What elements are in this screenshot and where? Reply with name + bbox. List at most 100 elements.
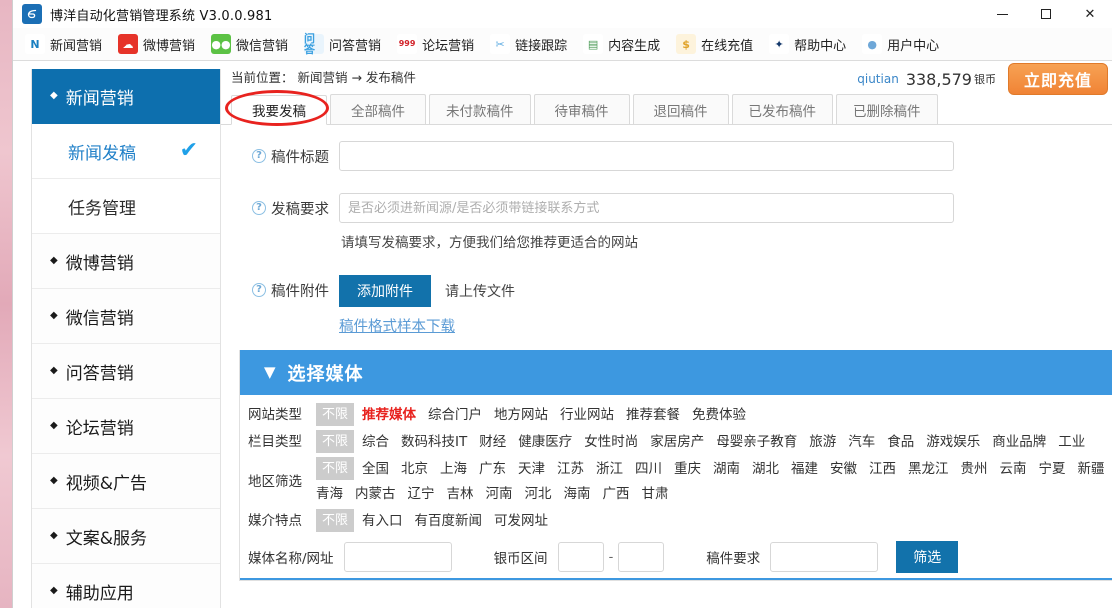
region-option-b-2[interactable]: 辽宁: [408, 482, 435, 507]
filter-option-1-4[interactable]: 女性时尚: [584, 430, 638, 455]
module-item-0[interactable]: N 新闻营销: [25, 28, 102, 61]
tab-0[interactable]: 我要发稿: [231, 95, 327, 125]
tab-1[interactable]: 全部稿件: [330, 94, 426, 124]
region-option-a-2[interactable]: 上海: [440, 457, 467, 482]
filter-option-0-3[interactable]: 行业网站: [560, 403, 614, 428]
filter-option-1-1[interactable]: 数码科技IT: [401, 430, 467, 455]
media-name-input[interactable]: [343, 542, 452, 572]
region-option-a-11[interactable]: 福建: [791, 457, 818, 482]
filter-option-1-2[interactable]: 财经: [479, 430, 506, 455]
region-option-a-17[interactable]: 宁夏: [1039, 457, 1066, 482]
region-option-a-16[interactable]: 云南: [1000, 457, 1027, 482]
region-option-a-4[interactable]: 天津: [518, 457, 545, 482]
filter-option-1-9[interactable]: 食品: [887, 430, 914, 455]
region-option-b-5[interactable]: 河北: [525, 482, 552, 507]
region-option-a-15[interactable]: 贵州: [961, 457, 988, 482]
filter-option-1-5[interactable]: 家居房产: [650, 430, 704, 455]
close-button[interactable]: ✕: [1068, 0, 1112, 28]
module-item-5[interactable]: ✂ 链接跟踪: [490, 28, 567, 61]
filter-option-1-10[interactable]: 游戏娱乐: [926, 430, 980, 455]
filter-option-0-1[interactable]: 综合门户: [428, 403, 482, 428]
region-option-a-12[interactable]: 安徽: [830, 457, 857, 482]
region-option-b-4[interactable]: 河南: [486, 482, 513, 507]
requirement-filter-input[interactable]: [770, 542, 879, 572]
region-option-b-8[interactable]: 甘肃: [642, 482, 669, 507]
media-panel-header[interactable]: ▼ 选择媒体: [240, 350, 1112, 395]
sample-format-download-link[interactable]: 稿件格式样本下载: [339, 315, 455, 336]
help-icon[interactable]: ?: [252, 283, 266, 297]
filter-any-chip[interactable]: 不限: [316, 403, 355, 426]
media-feature-option-2[interactable]: 可发网址: [494, 509, 548, 534]
minimize-button[interactable]: [980, 0, 1024, 28]
coin-min-input[interactable]: [557, 542, 604, 572]
filter-option-1-8[interactable]: 汽车: [848, 430, 875, 455]
filter-option-0-2[interactable]: 地方网站: [494, 403, 548, 428]
help-icon[interactable]: ?: [252, 201, 266, 215]
tab-2[interactable]: 未付款稿件: [429, 94, 531, 124]
region-option-a-14[interactable]: 黑龙江: [908, 457, 949, 482]
region-option-a-0[interactable]: 全国: [362, 457, 389, 482]
region-option-a-9[interactable]: 湖南: [713, 457, 740, 482]
filter-option-1-6[interactable]: 母婴亲子教育: [716, 430, 797, 455]
module-item-7[interactable]: $ 在线充值: [676, 28, 753, 61]
region-option-b-6[interactable]: 海南: [564, 482, 591, 507]
filter-any-chip[interactable]: 不限: [316, 430, 355, 453]
module-item-8[interactable]: ✦ 帮助中心: [769, 28, 846, 61]
sidebar-group-5[interactable]: ◆ 视频&广告: [32, 454, 220, 509]
maximize-button[interactable]: [1024, 0, 1068, 28]
module-item-4[interactable]: 999 论坛营销: [397, 28, 474, 61]
region-option-a-18[interactable]: 新疆: [1078, 457, 1105, 482]
sidebar-group-6[interactable]: ◆ 文案&服务: [32, 509, 220, 564]
filter-option-1-11[interactable]: 商业品牌: [992, 430, 1046, 455]
region-option-a-3[interactable]: 广东: [479, 457, 506, 482]
region-option-b-3[interactable]: 吉林: [447, 482, 474, 507]
tab-3[interactable]: 待审稿件: [533, 94, 630, 124]
region-option-a-7[interactable]: 四川: [635, 457, 662, 482]
region-option-b-0[interactable]: 青海: [316, 482, 343, 507]
sidebar-group-1[interactable]: ◆ 微博营销: [32, 234, 220, 289]
region-option-b-7[interactable]: 广西: [603, 482, 630, 507]
filter-option-1-3[interactable]: 健康医疗: [518, 430, 572, 455]
region-option-a-13[interactable]: 江西: [869, 457, 896, 482]
filter-option-0-5[interactable]: 免费体验: [692, 403, 746, 428]
chevron-down-icon[interactable]: ▼: [264, 365, 276, 380]
tab-5[interactable]: 已发布稿件: [731, 94, 833, 124]
filter-option-1-12[interactable]: 工业: [1058, 430, 1085, 455]
sidebar-group-4[interactable]: ◆ 论坛营销: [32, 399, 220, 454]
help-icon[interactable]: ?: [252, 149, 266, 163]
add-attachment-button[interactable]: 添加附件: [339, 275, 431, 307]
region-option-a-6[interactable]: 浙江: [596, 457, 623, 482]
filter-option-1-0[interactable]: 综合: [362, 430, 389, 455]
filter-option-0-4[interactable]: 推荐套餐: [626, 403, 680, 428]
region-option-a-1[interactable]: 北京: [401, 457, 428, 482]
article-title-input[interactable]: [339, 141, 954, 171]
sidebar-item-0-0[interactable]: 新闻发稿 ✔: [32, 124, 220, 179]
sidebar-item-0-1[interactable]: 任务管理: [32, 179, 220, 234]
region-option-b-1[interactable]: 内蒙古: [355, 482, 396, 507]
region-option-a-10[interactable]: 湖北: [752, 457, 779, 482]
module-item-1[interactable]: ☁ 微博营销: [118, 28, 195, 61]
tab-4[interactable]: 退回稿件: [632, 94, 729, 124]
sidebar-group-7[interactable]: ◆ 辅助应用: [32, 564, 220, 608]
module-item-3[interactable]: 问答 问答营销: [304, 28, 381, 61]
media-feature-option-1[interactable]: 有百度新闻: [415, 509, 483, 534]
region-any-chip[interactable]: 不限: [316, 457, 355, 480]
apply-filter-button[interactable]: 筛选: [896, 541, 959, 573]
module-item-9[interactable]: ● 用户中心: [862, 28, 939, 61]
module-item-6[interactable]: ▤ 内容生成: [583, 28, 660, 61]
diamond-bullet-icon: ◆: [50, 530, 58, 541]
tab-6[interactable]: 已删除稿件: [836, 94, 938, 124]
user-name-link[interactable]: qiutian: [857, 72, 899, 86]
filter-option-1-7[interactable]: 旅游: [809, 430, 836, 455]
media-feature-option-0[interactable]: 有入口: [362, 509, 403, 534]
filter-option-0-0[interactable]: 推荐媒体: [362, 403, 416, 428]
sidebar-group-3[interactable]: ◆ 问答营销: [32, 344, 220, 399]
sidebar-group-0[interactable]: ◆ 新闻营销: [32, 69, 220, 124]
region-option-a-5[interactable]: 江苏: [557, 457, 584, 482]
module-item-2[interactable]: ●● 微信营销: [211, 28, 288, 61]
sidebar-group-2[interactable]: ◆ 微信营销: [32, 289, 220, 344]
publish-requirement-input[interactable]: [339, 193, 954, 223]
media-feature-any-chip[interactable]: 不限: [316, 509, 355, 532]
region-option-a-8[interactable]: 重庆: [674, 457, 701, 482]
coin-max-input[interactable]: [618, 542, 665, 572]
